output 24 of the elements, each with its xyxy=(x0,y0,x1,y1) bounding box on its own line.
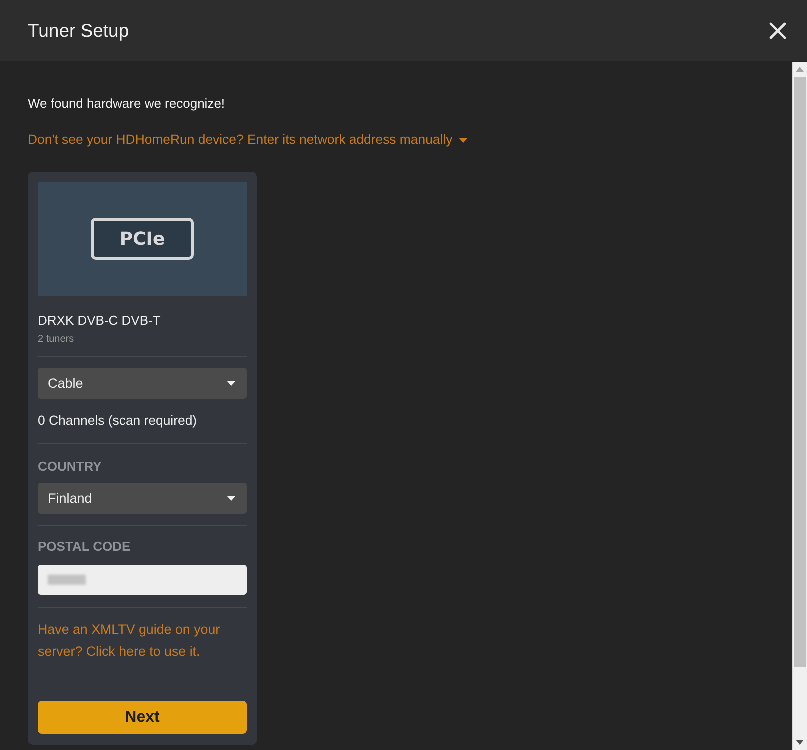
scroll-down-icon[interactable] xyxy=(796,740,804,745)
next-button[interactable]: Next xyxy=(38,701,247,734)
scrollbar[interactable] xyxy=(792,62,807,750)
close-button[interactable] xyxy=(769,22,787,40)
dialog-title: Tuner Setup xyxy=(28,18,130,42)
source-select-value: Cable xyxy=(48,376,84,391)
channel-status: 0 Channels (scan required) xyxy=(38,413,198,429)
postal-code-field[interactable] xyxy=(38,565,247,595)
tuner-count: 2 tuners xyxy=(38,334,76,346)
device-name: DRXK DVB-C DVB-T xyxy=(38,312,162,330)
country-label: COUNTRY xyxy=(38,459,103,475)
country-select[interactable]: Finland xyxy=(38,483,247,514)
postal-code-label: POSTAL CODE xyxy=(38,539,132,555)
scroll-up-icon[interactable] xyxy=(796,67,804,72)
caret-icon xyxy=(227,496,236,501)
close-icon xyxy=(769,22,787,40)
source-select[interactable]: Cable xyxy=(38,368,247,399)
manual-address-link[interactable]: Don't see your HDHomeRun device? Enter its network address manually xyxy=(28,132,468,148)
scrollbar-thumb[interactable] xyxy=(794,77,806,667)
country-select-value: Finland xyxy=(48,491,92,506)
caret-icon xyxy=(227,381,236,386)
card-type-label: PCIe xyxy=(91,218,194,260)
intro-text: We found hardware we recognize! xyxy=(28,96,226,112)
xmltv-guide-link[interactable]: Have an XMLTV guide on your server? Click here to use it. xyxy=(38,619,247,663)
